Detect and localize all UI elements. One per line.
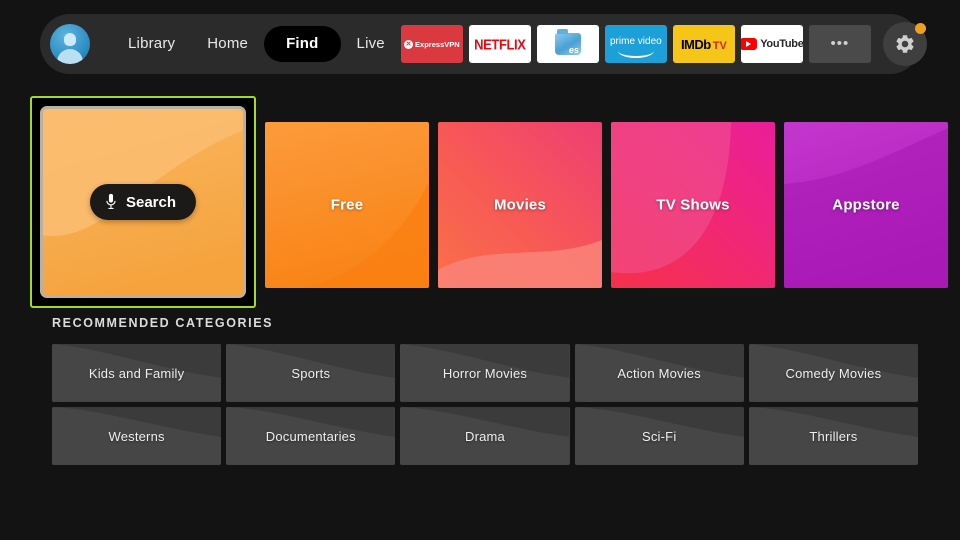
category-horror-movies[interactable]: Horror Movies bbox=[400, 344, 570, 402]
avatar[interactable] bbox=[50, 24, 90, 64]
tile-slot-appstore: Appstore bbox=[784, 122, 948, 288]
category-kids-and-family[interactable]: Kids and Family bbox=[52, 344, 222, 402]
app-netflix[interactable]: NETFLIX bbox=[468, 25, 531, 63]
main-tile-row: Search Free Movies TV Shows Appstore bbox=[30, 96, 948, 308]
app-prime-video[interactable]: prime video bbox=[604, 25, 667, 63]
tile-appstore[interactable]: Appstore bbox=[784, 122, 948, 288]
app-expressvpn[interactable]: ✕ ExpressVPN bbox=[400, 25, 463, 63]
app-more-button[interactable]: ••• bbox=[808, 25, 871, 63]
prime-video-logo: prime video bbox=[610, 31, 662, 58]
tile-movies[interactable]: Movies bbox=[438, 122, 602, 288]
tile-slot-tv-shows: TV Shows bbox=[611, 122, 775, 288]
nav-item-home[interactable]: Home bbox=[191, 26, 264, 62]
category-sports[interactable]: Sports bbox=[226, 344, 396, 402]
top-navigation-bar: Library Home Find Live ✕ ExpressVPN NETF… bbox=[40, 14, 927, 74]
microphone-icon bbox=[104, 193, 118, 211]
notification-badge-icon bbox=[914, 23, 926, 34]
category-label: Kids and Family bbox=[88, 365, 185, 381]
es-file-explorer-folder-icon bbox=[554, 29, 581, 55]
tile-label: Appstore bbox=[832, 196, 900, 214]
search-button-label: Search bbox=[125, 193, 177, 211]
fire-tv-find-screen: Library Home Find Live ✕ ExpressVPN NETF… bbox=[0, 0, 960, 540]
category-label: Westerns bbox=[108, 428, 165, 444]
category-thrillers[interactable]: Thrillers bbox=[748, 407, 918, 465]
imdb-tv-logo: IMDb TV bbox=[680, 36, 727, 52]
netflix-logo: NETFLIX bbox=[474, 35, 526, 53]
app-youtube[interactable]: YouTube bbox=[740, 25, 803, 63]
nav-item-find[interactable]: Find bbox=[264, 26, 341, 62]
tile-free[interactable]: Free bbox=[265, 122, 429, 288]
category-action-movies[interactable]: Action Movies bbox=[574, 344, 744, 402]
amazon-smile-icon bbox=[617, 51, 654, 58]
youtube-logo: YouTube bbox=[740, 38, 803, 50]
category-label: Thrillers bbox=[809, 428, 858, 444]
nav-item-live[interactable]: Live bbox=[341, 26, 401, 62]
recommended-categories-grid: Kids and Family Sports Horror Movies Act… bbox=[52, 344, 918, 465]
category-sci-fi[interactable]: Sci-Fi bbox=[574, 407, 744, 465]
youtube-play-icon bbox=[740, 38, 758, 50]
gear-icon bbox=[896, 35, 914, 53]
category-comedy-movies[interactable]: Comedy Movies bbox=[748, 344, 918, 402]
recommended-categories-heading: RECOMMENDED CATEGORIES bbox=[52, 316, 274, 330]
tile-search[interactable]: Search bbox=[40, 106, 246, 298]
category-documentaries[interactable]: Documentaries bbox=[226, 407, 396, 465]
expressvpn-logo: ✕ ExpressVPN bbox=[404, 39, 460, 49]
tile-slot-movies: Movies bbox=[438, 122, 602, 288]
category-label: Horror Movies bbox=[442, 365, 528, 381]
app-es-file-explorer[interactable] bbox=[536, 25, 599, 63]
category-label: Sci-Fi bbox=[641, 428, 677, 444]
category-label: Documentaries bbox=[265, 428, 356, 444]
tile-slot-free: Free bbox=[265, 122, 429, 288]
tile-tv-shows[interactable]: TV Shows bbox=[611, 122, 775, 288]
category-label: Comedy Movies bbox=[785, 365, 882, 381]
avatar-head-icon bbox=[64, 33, 76, 46]
tile-label: Movies bbox=[493, 196, 547, 214]
tile-label: Free bbox=[330, 196, 364, 214]
search-button[interactable]: Search bbox=[89, 184, 197, 220]
category-label: Drama bbox=[464, 428, 505, 444]
avatar-body-icon bbox=[57, 49, 83, 64]
category-westerns[interactable]: Westerns bbox=[52, 407, 222, 465]
category-label: Sports bbox=[291, 365, 331, 381]
expressvpn-mark-icon: ✕ bbox=[404, 39, 414, 49]
nav-item-library[interactable]: Library bbox=[112, 26, 191, 62]
tile-label: TV Shows bbox=[656, 196, 730, 214]
category-drama[interactable]: Drama bbox=[400, 407, 570, 465]
app-imdb-tv[interactable]: IMDb TV bbox=[672, 25, 735, 63]
app-shortcut-row: ✕ ExpressVPN NETFLIX prime video IMDb bbox=[400, 22, 927, 66]
category-label: Action Movies bbox=[617, 365, 701, 381]
settings-button[interactable] bbox=[882, 22, 927, 66]
